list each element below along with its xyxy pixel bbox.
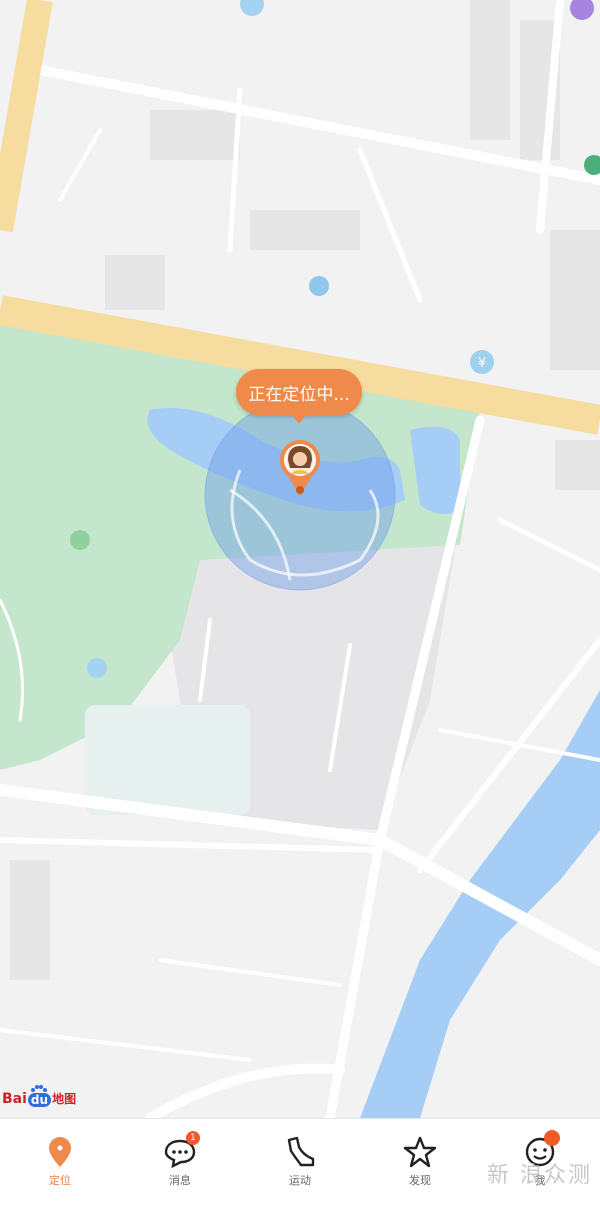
map-view[interactable]: ¥ 正在定位中... Bai du 地图 bbox=[0, 0, 600, 1118]
tab-discover[interactable]: 发现 bbox=[360, 1119, 480, 1206]
logo-text-map: 地图 bbox=[52, 1092, 77, 1106]
tab-messages-label: 消息 bbox=[169, 1174, 191, 1187]
baidu-map-logo: Bai du 地图 bbox=[2, 1085, 77, 1107]
tab-discover-label: 发现 bbox=[409, 1174, 431, 1187]
watermark-text: 新 浪众测 bbox=[487, 1163, 592, 1188]
baidu-paw-icon bbox=[31, 1085, 47, 1092]
star-icon bbox=[403, 1136, 437, 1168]
location-pin-icon bbox=[49, 1137, 71, 1167]
shoe-icon bbox=[287, 1136, 315, 1167]
tab-location[interactable]: 定位 bbox=[0, 1119, 120, 1206]
user-location-marker[interactable] bbox=[276, 438, 324, 498]
tab-messages[interactable]: 1 消息 bbox=[120, 1119, 240, 1206]
tab-location-label: 定位 bbox=[49, 1174, 71, 1187]
profile-notification-dot bbox=[544, 1130, 560, 1146]
tab-sport[interactable]: 运动 bbox=[240, 1119, 360, 1206]
user-avatar-pin-icon bbox=[280, 440, 320, 496]
logo-text-bai: Bai bbox=[2, 1091, 27, 1107]
map-canvas: ¥ bbox=[0, 0, 600, 1118]
locating-status-bubble: 正在定位中... bbox=[236, 369, 362, 424]
message-count-badge: 1 bbox=[186, 1131, 200, 1145]
tab-sport-label: 运动 bbox=[289, 1174, 311, 1187]
svg-text:¥: ¥ bbox=[478, 356, 486, 371]
